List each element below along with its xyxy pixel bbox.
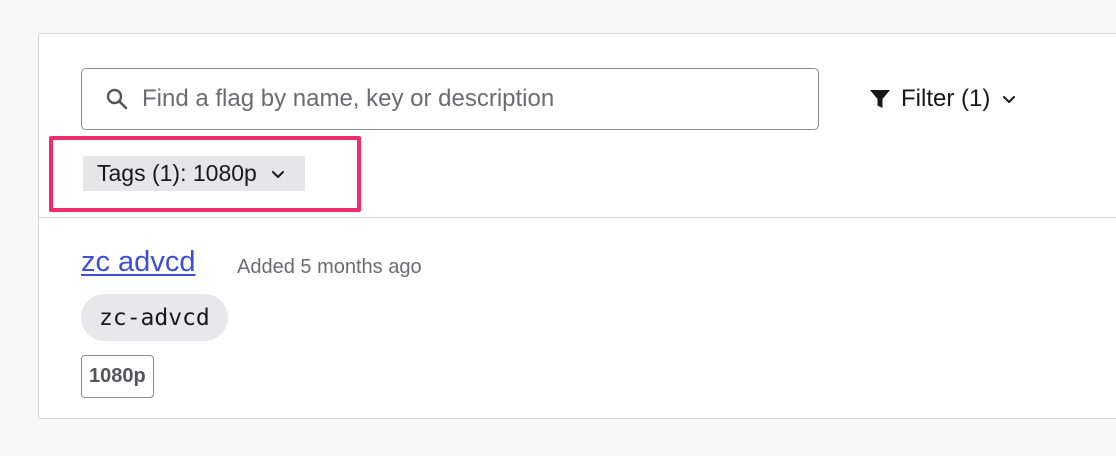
flag-added-time: Added 5 months ago <box>237 256 422 278</box>
filter-label: Filter (1) <box>901 85 991 112</box>
divider <box>39 217 1116 218</box>
tags-filter-button[interactable]: Tags (1): 1080p <box>83 156 305 191</box>
chevron-down-icon <box>1000 90 1018 108</box>
funnel-icon <box>869 88 891 110</box>
flag-name-link[interactable]: zc advcd <box>81 246 195 279</box>
flag-key-badge: zc-advcd <box>81 294 228 341</box>
chevron-down-icon <box>269 165 287 183</box>
flags-panel: Filter (1) Tags (1): 1080p zc advcd Adde… <box>38 33 1116 419</box>
search-field[interactable] <box>81 68 819 130</box>
flag-tag-badge[interactable]: 1080p <box>81 355 154 398</box>
search-icon <box>104 86 130 112</box>
search-input[interactable] <box>142 85 782 113</box>
tags-filter-label: Tags (1): 1080p <box>97 160 257 186</box>
filter-button[interactable]: Filter (1) <box>869 84 1018 114</box>
